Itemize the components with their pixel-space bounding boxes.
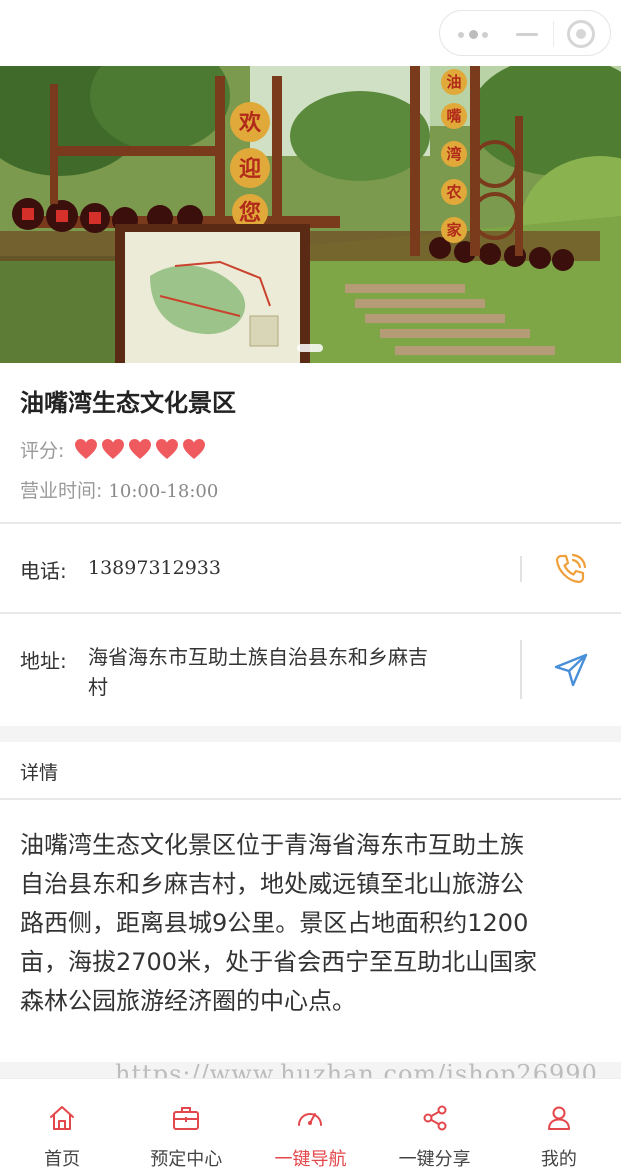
share-icon [423, 1105, 447, 1131]
tab-mine[interactable]: 我的 [497, 1079, 621, 1170]
address-value[interactable]: 海省海东市互助土族自治县东和乡麻吉 村 [88, 642, 498, 702]
user-icon [547, 1106, 570, 1130]
detail-heading: 详情 [20, 762, 59, 784]
address-label: 地址: [20, 649, 67, 673]
miniprogram-capsule [439, 10, 611, 56]
heart-icon [183, 439, 206, 459]
hero-sign-char: 您 [239, 200, 261, 225]
top-bar [0, 0, 621, 66]
navigate-arrow-icon[interactable] [552, 651, 590, 689]
tab-label: 我的 [540, 1149, 577, 1170]
briefcase-icon [173, 1107, 200, 1130]
hero-tower-char: 农 [445, 183, 461, 201]
tab-label: 一键分享 [398, 1149, 471, 1170]
heart-icon [75, 439, 98, 459]
divider [0, 612, 621, 614]
hero-sign-char: 欢 [238, 110, 262, 135]
description-line: 油嘴湾生态文化景区位于青海省海东市互助土族 [20, 831, 524, 859]
hero-tower-char: 家 [446, 221, 461, 239]
divider [0, 798, 621, 800]
carousel-indicator [297, 344, 323, 352]
phone-icon[interactable] [552, 551, 588, 587]
capsule-divider [553, 21, 554, 47]
page-title: 油嘴湾生态文化景区 [20, 389, 236, 417]
hero-banner-image[interactable]: 欢 迎 您 油 嘴 湾 农 家 [0, 66, 621, 363]
rating-row: 评分: [20, 436, 209, 462]
tab-label: 预定中心 [150, 1149, 223, 1170]
detail-description: 油嘴湾生态文化景区位于青海省海东市互助土族 自治县东和乡麻吉村，地处威远镇至北山… [20, 826, 606, 1021]
tab-navigate[interactable]: 一键导航 [248, 1079, 372, 1170]
rating-label: 评分: [20, 439, 65, 462]
hours-row: 营业时间: 10:00-18:00 [20, 476, 218, 503]
bottom-tab-bar: 首页 预定中心 一键导航 一键分享 我的 [0, 1078, 621, 1170]
hero-tower-char: 油 [446, 73, 461, 91]
gauge-icon [298, 1113, 323, 1126]
heart-icon [102, 439, 125, 459]
hero-sign-char: 迎 [239, 156, 261, 181]
tab-label: 首页 [44, 1149, 81, 1170]
description-line: 自治县东和乡麻吉村，地处威远镇至北山旅游公 [20, 870, 524, 898]
phone-value[interactable]: 13897312933 [88, 553, 221, 583]
hours-label: 营业时间: [20, 480, 103, 502]
home-icon [50, 1106, 75, 1130]
hero-tower-char: 湾 [446, 145, 461, 163]
section-gap [0, 726, 621, 742]
minimize-icon[interactable] [516, 33, 538, 36]
divider [0, 522, 621, 524]
rating-hearts [74, 438, 209, 460]
address-divider [520, 640, 522, 699]
phone-label: 电话: [20, 559, 67, 583]
close-target-icon[interactable] [567, 20, 595, 48]
tab-booking[interactable]: 预定中心 [124, 1079, 248, 1170]
description-line: 亩，海拔2700米，处于省会西宁至互助北山国家 [20, 948, 538, 976]
heart-icon [129, 439, 152, 459]
hours-value: 10:00-18:00 [108, 481, 219, 502]
tab-home[interactable]: 首页 [0, 1079, 124, 1170]
address-line: 海省海东市互助土族自治县东和乡麻吉 [88, 645, 428, 669]
tab-label: 一键导航 [274, 1149, 347, 1170]
tab-share[interactable]: 一键分享 [373, 1079, 497, 1170]
address-line: 村 [88, 675, 108, 699]
phone-divider [520, 556, 522, 582]
hero-tower-char: 嘴 [446, 107, 461, 125]
hero-scene: 欢 迎 您 油 嘴 湾 农 家 [0, 66, 621, 363]
more-icon[interactable] [458, 30, 498, 39]
heart-icon [156, 439, 179, 459]
description-line: 路西侧，距离县城9公里。景区占地面积约1200 [20, 909, 529, 937]
description-line: 森林公园旅游经济圈的中心点。 [20, 987, 356, 1015]
